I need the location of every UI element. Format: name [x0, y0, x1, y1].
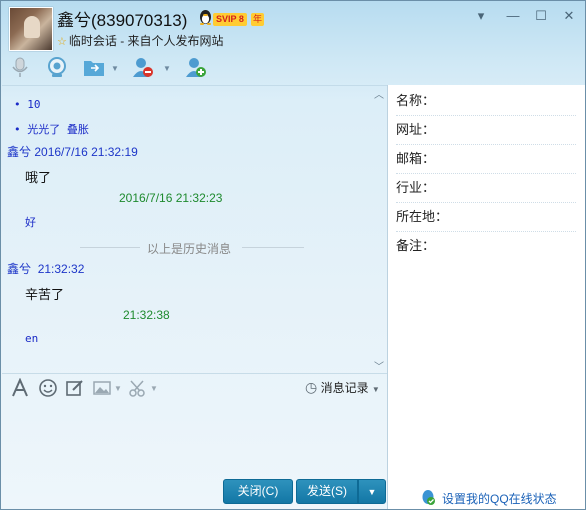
screenshot-dropdown-icon[interactable]: ▼ [150, 384, 158, 393]
avatar[interactable] [9, 7, 53, 51]
message-timestamp: 2016/7/16 21:32:23 [119, 191, 223, 205]
info-field-email: 邮箱： [396, 145, 576, 174]
font-icon[interactable] [10, 378, 30, 398]
chevron-down-icon: ▼ [371, 385, 380, 394]
year-badge: 年 [251, 13, 265, 26]
qq-penguin-icon [200, 10, 211, 25]
message-text: en [25, 332, 39, 345]
maximize-icon[interactable]: ☐ [531, 7, 551, 25]
message-history-button[interactable]: ◷ 消息记录 ▼ [305, 379, 380, 396]
qq-online-status-icon [422, 490, 435, 505]
scroll-up-icon[interactable]: ︿ [374, 86, 384, 101]
minimize-icon[interactable]: — [503, 7, 523, 25]
message-time: 21:32:32 [37, 262, 85, 276]
scroll-down-icon[interactable]: ﹀ [374, 358, 384, 373]
sender-name: 鑫兮 [7, 145, 32, 159]
message-text: 好 [25, 216, 36, 229]
chat-window: 鑫兮(839070313) SVIP 8 年 ☆ 临时会话 - 来自个人发布网站 … [0, 0, 586, 510]
session-subtitle: ☆ 临时会话 - 来自个人发布网站 [57, 32, 224, 49]
contact-name: 鑫兮(839070313) [57, 11, 188, 30]
image-icon[interactable] [92, 378, 112, 398]
list-item: • 10 [14, 98, 41, 111]
message-header: 鑫兮 2016/7/16 21:32:19 [7, 143, 138, 160]
format-toolbar: ▼ ▼ ◷ 消息记录 ▼ [2, 373, 387, 402]
close-window-icon[interactable]: ✕ [559, 7, 579, 25]
list-item: • 光光了 叠胀 [14, 123, 89, 136]
edit-icon[interactable] [65, 378, 85, 398]
message-time: 2016/7/16 21:32:19 [34, 145, 138, 159]
send-options-dropdown[interactable]: ▼ [358, 479, 386, 504]
sender-name: 鑫兮 [7, 262, 32, 276]
info-field-location: 所在地： [396, 203, 576, 232]
message-text: 辛苦了 [25, 287, 65, 302]
info-field-website: 网址： [396, 116, 576, 145]
info-field-industry: 行业： [396, 174, 576, 203]
info-field-remark: 备注： [396, 238, 436, 253]
close-button[interactable]: 关闭(C) [223, 479, 293, 504]
message-header: 鑫兮 21:32:32 [7, 260, 84, 277]
svip-badge[interactable]: SVIP 8 [213, 13, 247, 26]
message-input[interactable] [2, 401, 387, 473]
star-icon: ☆ [57, 36, 67, 48]
history-separator-label: 以上是历史消息 [147, 242, 232, 256]
send-button[interactable]: 发送(S) [296, 479, 358, 504]
contact-info-panel: 名称： 网址： 邮箱： 行业： 所在地： 备注： 设置我的QQ在线状态 [387, 85, 585, 509]
subtitle-text: 临时会话 - 来自个人发布网站 [68, 34, 224, 48]
image-dropdown-icon[interactable]: ▼ [114, 384, 122, 393]
info-field-name: 名称： [396, 87, 576, 116]
message-timestamp: 21:32:38 [123, 308, 170, 322]
chat-history[interactable]: • 10 • 光光了 叠胀 鑫兮 2016/7/16 21:32:19 哦了 2… [2, 85, 387, 374]
history-separator: 以上是历史消息 [80, 240, 305, 256]
send-file-icon[interactable] [83, 56, 105, 78]
clock-icon: ◷ [305, 379, 318, 395]
message-text: 哦了 [25, 170, 52, 185]
message-history-label: 消息记录 [320, 381, 369, 395]
add-contact-icon[interactable] [185, 56, 207, 78]
video-camera-icon[interactable] [46, 56, 68, 78]
screenshot-scissors-icon[interactable] [128, 378, 148, 398]
remove-contact-dropdown-icon[interactable]: ▼ [163, 64, 171, 73]
microphone-icon[interactable] [9, 56, 31, 78]
set-online-status-link[interactable]: 设置我的QQ在线状态 [442, 490, 557, 507]
send-file-dropdown-icon[interactable]: ▼ [111, 64, 119, 73]
dropdown-menu-icon[interactable]: ▾ [471, 7, 491, 25]
remove-contact-icon[interactable] [132, 56, 154, 78]
emoji-icon[interactable] [38, 378, 58, 398]
chevron-down-icon: ▼ [367, 487, 377, 497]
